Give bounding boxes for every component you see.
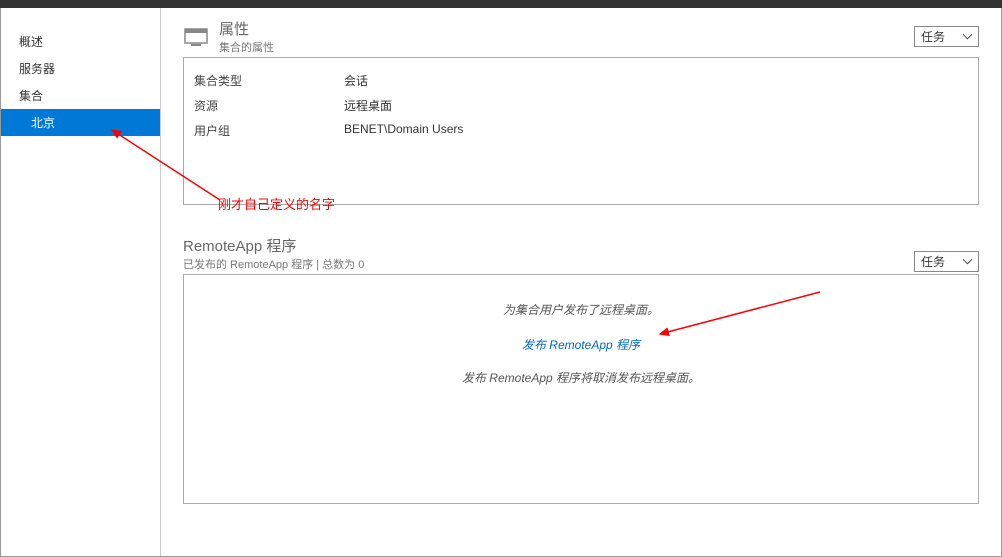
property-value: BENET\Domain Users (344, 122, 463, 139)
properties-tasks-dropdown[interactable]: 任务 (914, 26, 979, 47)
sidebar-label: 服务器 (19, 62, 55, 76)
main-content: 属性 集合的属性 任务 集合类型 会话 资源 远程桌面 用户组 BENET\Do… (161, 8, 1001, 556)
sidebar-item-servers[interactable]: 服务器 (1, 55, 160, 82)
property-label: 集合类型 (194, 72, 344, 89)
remoteapp-tasks-dropdown[interactable]: 任务 (914, 251, 979, 272)
property-value: 远程桌面 (344, 97, 392, 114)
titlebar (0, 0, 1002, 8)
remoteapp-box: 为集合用户发布了远程桌面。 发布 RemoteApp 程序 发布 RemoteA… (183, 274, 979, 504)
properties-title: 属性 (219, 18, 906, 39)
chevron-down-icon (963, 259, 972, 265)
property-label: 资源 (194, 97, 344, 114)
property-row: 资源 远程桌面 (194, 97, 968, 114)
properties-box: 集合类型 会话 资源 远程桌面 用户组 BENET\Domain Users (183, 57, 979, 205)
remoteapp-message: 为集合用户发布了远程桌面。 (184, 301, 978, 318)
publish-remoteapp-link[interactable]: 发布 RemoteApp 程序 (522, 336, 640, 353)
properties-subtitle: 集合的属性 (219, 39, 906, 55)
sidebar-label: 集合 (19, 89, 43, 103)
remoteapp-warning: 发布 RemoteApp 程序将取消发布远程桌面。 (184, 369, 978, 386)
remoteapp-title: RemoteApp 程序 (183, 235, 914, 256)
navigation-sidebar: 概述 服务器 集合 北京 (1, 8, 161, 556)
tasks-label: 任务 (921, 253, 945, 270)
property-label: 用户组 (194, 122, 344, 139)
chevron-down-icon (963, 34, 972, 40)
sidebar-item-overview[interactable]: 概述 (1, 28, 160, 55)
sidebar-label: 北京 (31, 116, 55, 130)
property-row: 用户组 BENET\Domain Users (194, 122, 968, 139)
remoteapp-subtitle: 已发布的 RemoteApp 程序 | 总数为 0 (183, 256, 914, 272)
property-row: 集合类型 会话 (194, 72, 968, 89)
tasks-label: 任务 (921, 28, 945, 45)
sidebar-label: 概述 (19, 35, 43, 49)
property-value: 会话 (344, 72, 368, 89)
sidebar-item-beijing[interactable]: 北京 (1, 109, 160, 136)
properties-icon (183, 26, 211, 48)
sidebar-item-collections[interactable]: 集合 (1, 82, 160, 109)
